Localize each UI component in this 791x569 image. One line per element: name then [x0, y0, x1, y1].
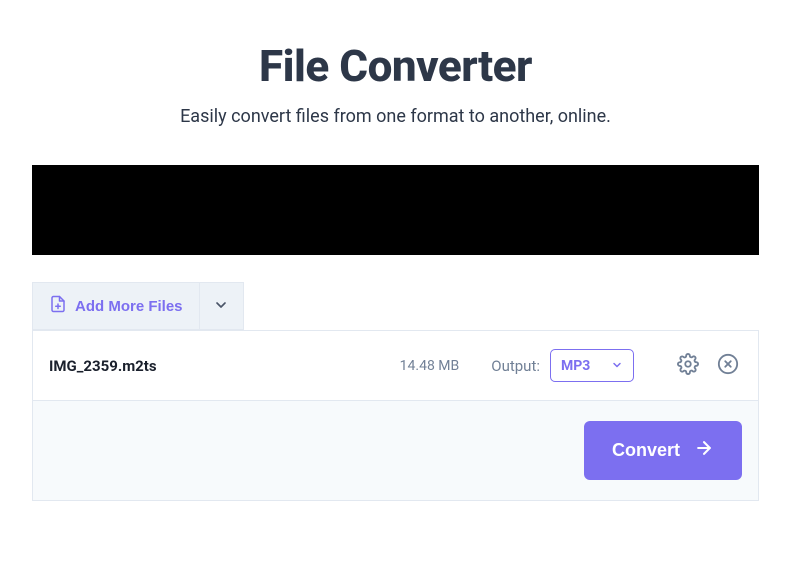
add-more-files-label: Add More Files — [75, 298, 183, 315]
page-title: File Converter — [32, 40, 759, 92]
file-plus-icon — [49, 295, 67, 317]
add-more-files-button[interactable]: Add More Files — [32, 282, 200, 330]
ad-banner — [32, 165, 759, 255]
add-more-dropdown-button[interactable] — [200, 282, 244, 330]
chevron-down-icon — [213, 297, 229, 316]
page-subtitle: Easily convert files from one format to … — [32, 106, 759, 127]
output-label: Output: — [491, 357, 540, 375]
file-size: 14.48 MB — [400, 358, 460, 374]
arrow-right-icon — [694, 438, 714, 463]
remove-file-button[interactable] — [714, 352, 742, 380]
close-circle-icon — [717, 353, 739, 379]
gear-icon — [677, 353, 699, 379]
toolbar: Add More Files — [32, 282, 759, 330]
chevron-down-icon — [611, 356, 623, 375]
settings-button[interactable] — [674, 352, 702, 380]
convert-button[interactable]: Convert — [584, 421, 742, 480]
file-name: IMG_2359.m2ts — [49, 357, 400, 375]
format-select[interactable]: MP3 — [550, 349, 634, 382]
format-value: MP3 — [561, 358, 590, 374]
file-row: IMG_2359.m2ts 14.48 MB Output: MP3 — [32, 330, 759, 401]
footer-actions: Convert — [32, 401, 759, 501]
convert-label: Convert — [612, 440, 680, 461]
